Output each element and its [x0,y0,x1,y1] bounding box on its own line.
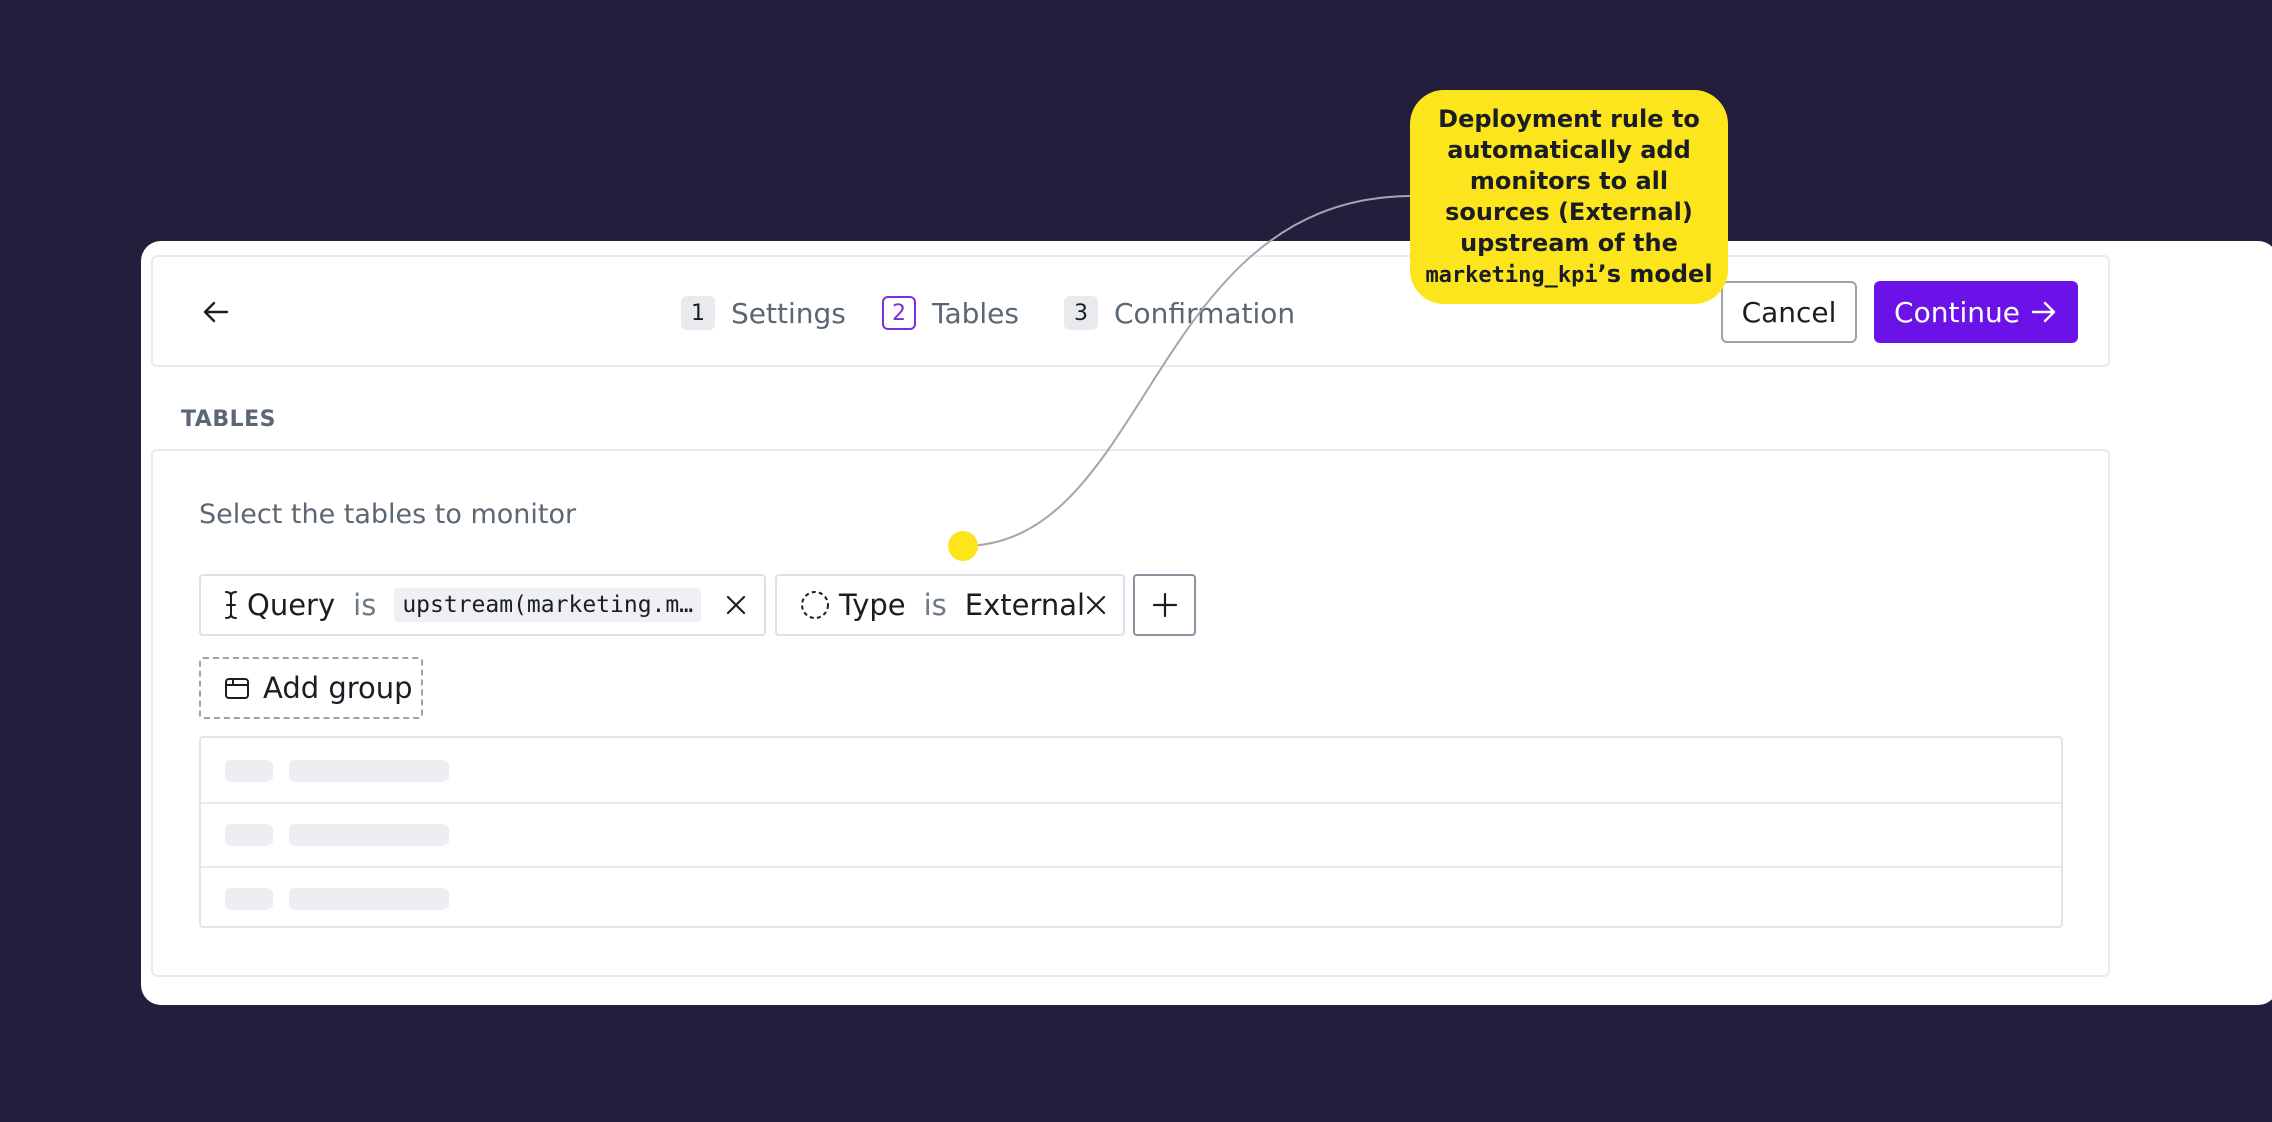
section-title: TABLES [181,407,276,432]
close-icon [726,595,746,615]
step-label: Settings [731,296,846,330]
continue-label: Continue [1894,295,2020,329]
table-row [201,738,2061,804]
callout-text-end: ’s model [1597,259,1713,288]
step-label: Tables [932,296,1019,330]
filter-value: External [964,588,1086,622]
cancel-button[interactable]: Cancel [1721,281,1857,343]
step-number: 1 [681,296,715,330]
add-filter-button[interactable] [1133,574,1196,636]
skeleton-placeholder [225,824,273,846]
table-row [201,866,2061,926]
dashed-circle-icon [801,591,829,619]
close-icon [1086,595,1106,615]
add-group-button[interactable]: Add group [199,657,423,719]
step-number: 3 [1064,296,1098,330]
filter-operator: is [353,588,377,622]
filter-field: Query [247,588,336,622]
table-row [201,802,2061,868]
plus-icon [1152,592,1177,618]
text-cursor-icon [225,591,237,619]
continue-button[interactable]: Continue [1874,281,2078,343]
select-tables-label: Select the tables to monitor [199,499,577,530]
annotation-callout: Deployment rule to automatically add mon… [1410,90,1728,304]
skeleton-placeholder [289,824,449,846]
tables-list-loading [199,736,2063,928]
callout-text: Deployment rule to automatically add mon… [1438,104,1700,257]
arrow-right-icon [2031,301,2056,323]
remove-filter-button[interactable] [721,590,751,620]
filter-field: Type [839,588,906,622]
skeleton-placeholder [225,888,273,910]
skeleton-placeholder [225,760,273,782]
add-group-label: Add group [263,671,413,705]
step-tables[interactable]: 2 Tables [882,294,1019,332]
remove-filter-button[interactable] [1081,590,1111,620]
skeleton-placeholder [289,760,449,782]
step-settings[interactable]: 1 Settings [681,294,846,332]
step-confirmation[interactable]: 3 Confirmation [1064,294,1295,332]
back-button[interactable] [196,292,236,332]
step-label: Confirmation [1114,296,1296,330]
step-number: 2 [882,296,916,330]
callout-code: marketing_kpi [1425,262,1598,288]
skeleton-placeholder [289,888,449,910]
filter-value: upstream(marketing.m… [394,588,702,622]
folder-group-icon [225,678,249,699]
filter-operator: is [923,588,947,622]
filter-chip-type[interactable]: Type is External [775,574,1125,636]
arrow-left-icon [203,301,229,323]
filter-chip-query[interactable]: Query is upstream(marketing.m… [199,574,766,636]
